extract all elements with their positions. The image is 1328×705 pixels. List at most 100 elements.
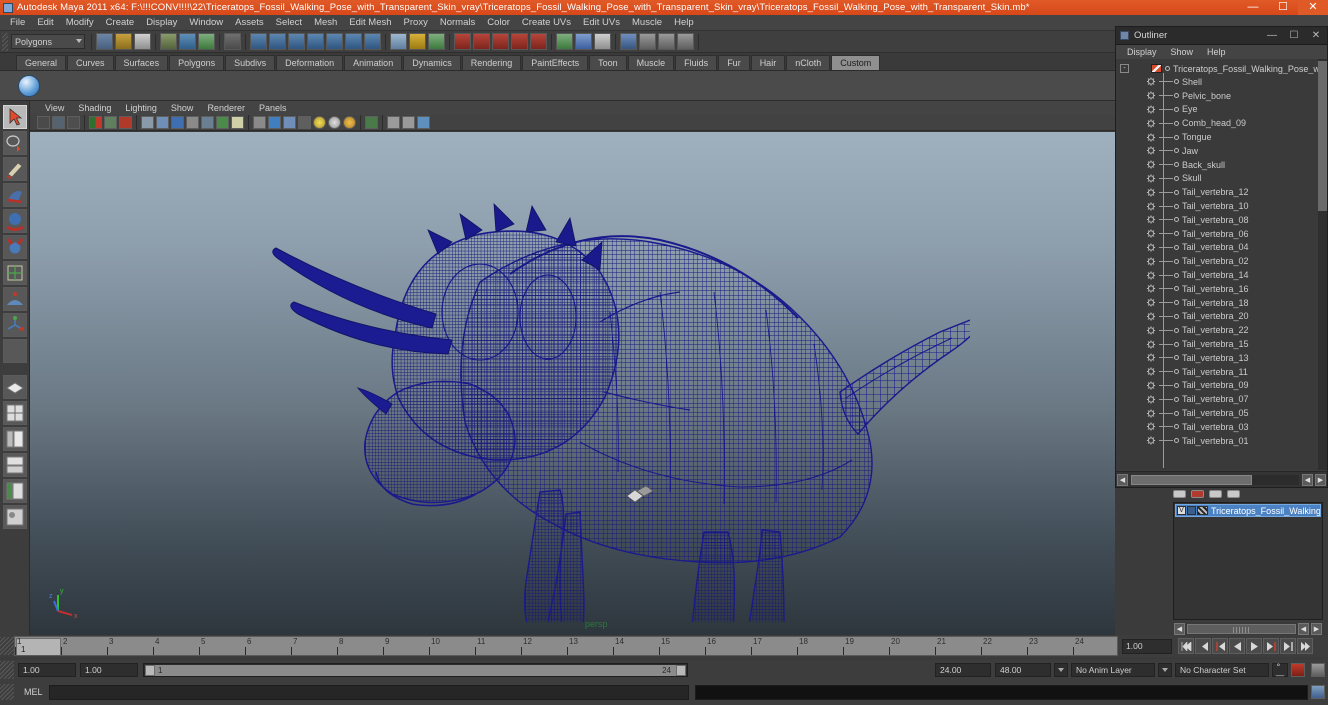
- mel-command-input[interactable]: [48, 684, 689, 700]
- show-manipulator-tool-button[interactable]: [2, 313, 27, 337]
- light-orange-icon[interactable]: [343, 116, 356, 129]
- outliner-hscroll-track[interactable]: [1131, 474, 1299, 485]
- scroll-right-icon[interactable]: ▶: [1315, 473, 1326, 486]
- go-to-start-button[interactable]: [1178, 638, 1194, 654]
- viewport-menu-view[interactable]: View: [38, 100, 71, 116]
- magnet-snap-3-icon[interactable]: [492, 33, 509, 50]
- shelf-item-icon[interactable]: [18, 74, 40, 97]
- input-connections-icon[interactable]: [556, 33, 573, 50]
- shaded-wireframe-icon[interactable]: [201, 116, 214, 129]
- animation-end-time-field[interactable]: 48.00: [995, 662, 1051, 677]
- snap-to-uv-icon[interactable]: [345, 33, 362, 50]
- layer-playback-toggle[interactable]: [1187, 506, 1196, 515]
- shelf-tab-muscle[interactable]: Muscle: [627, 55, 675, 70]
- outliner-menu-display[interactable]: Display: [1120, 44, 1164, 60]
- magnet-snap-2-icon[interactable]: [473, 33, 490, 50]
- shelf-tab-rendering[interactable]: Rendering: [461, 55, 522, 70]
- persp-render-layout-button[interactable]: [2, 505, 27, 529]
- save-scene-icon[interactable]: [134, 33, 151, 50]
- outliner-item-tail_vertebra_07[interactable]: Tail_vertebra_07: [1116, 392, 1327, 406]
- construction-history-icon[interactable]: [594, 33, 611, 50]
- outliner-horizontal-scrollbar[interactable]: ◀ ◀ ▶: [1116, 471, 1327, 487]
- outliner-close-button[interactable]: ✕: [1305, 28, 1327, 44]
- outliner-item-tail_vertebra_02[interactable]: Tail_vertebra_02: [1116, 254, 1327, 268]
- outliner-item-tail_vertebra_03[interactable]: Tail_vertebra_03: [1116, 420, 1327, 434]
- menu-item-edit-mesh[interactable]: Edit Mesh: [343, 15, 397, 31]
- select-by-hierarchy-icon[interactable]: [160, 33, 177, 50]
- snap-to-view-plane-icon[interactable]: [326, 33, 343, 50]
- outliner-item-shell[interactable]: Shell: [1116, 75, 1327, 89]
- camera-attributes-icon[interactable]: [67, 116, 80, 129]
- layer-hscroll-grip[interactable]: [1232, 626, 1251, 633]
- high-quality-render-icon[interactable]: [298, 116, 311, 129]
- previous-key-button[interactable]: [1212, 638, 1228, 654]
- texture-display-icon[interactable]: [216, 116, 229, 129]
- outliner-maximize-button[interactable]: ☐: [1283, 28, 1305, 44]
- selection-manipulator-icon[interactable]: [625, 484, 655, 506]
- outliner-item-eye[interactable]: Eye: [1116, 103, 1327, 117]
- viewport-menu-lighting[interactable]: Lighting: [118, 100, 164, 116]
- viewport-menu-shading[interactable]: Shading: [71, 100, 118, 116]
- anim-layer-dropdown-arrow[interactable]: [1158, 662, 1172, 677]
- snap-to-point-icon[interactable]: [288, 33, 305, 50]
- step-back-frames-button[interactable]: [1195, 638, 1211, 654]
- time-slider-track[interactable]: 1 1 2 3 4 5 6 7 8 9 10 11 12 13 14 15 16 17 18 19 20 21 22 23 2…: [14, 636, 1118, 656]
- outliner-item-comb_head_09[interactable]: Comb_head_09: [1116, 116, 1327, 130]
- menu-item-create-uvs[interactable]: Create UVs: [516, 15, 577, 31]
- viewport-menu-renderer[interactable]: Renderer: [200, 100, 252, 116]
- render-current-frame-icon[interactable]: [620, 33, 637, 50]
- hypershade-persp-layout-button[interactable]: [2, 479, 27, 503]
- play-forwards-button[interactable]: [1246, 638, 1262, 654]
- outliner-vscroll-thumb[interactable]: [1318, 61, 1327, 211]
- triceratops-wireframe-model[interactable]: [180, 142, 970, 622]
- outliner-item-tail_vertebra_05[interactable]: Tail_vertebra_05: [1116, 406, 1327, 420]
- layer-editor-scrollbar[interactable]: ◀ ◀ ▶: [1173, 622, 1323, 635]
- lock-icon[interactable]: [409, 33, 426, 50]
- anim-layer-dropdown[interactable]: No Anim Layer: [1071, 662, 1155, 677]
- menu-item-file[interactable]: File: [4, 15, 31, 31]
- select-tool-button[interactable]: [2, 105, 27, 129]
- outliner-item-tail_vertebra_22[interactable]: Tail_vertebra_22: [1116, 323, 1327, 337]
- lasso-tool-button[interactable]: [2, 131, 27, 155]
- outliner-item-tail_vertebra_20[interactable]: Tail_vertebra_20: [1116, 310, 1327, 324]
- toolbar-grip[interactable]: [2, 32, 8, 51]
- outliner-item-tail_vertebra_12[interactable]: Tail_vertebra_12: [1116, 185, 1327, 199]
- menu-item-window[interactable]: Window: [183, 15, 229, 31]
- render-settings-icon[interactable]: [658, 33, 675, 50]
- shelf-tab-fluids[interactable]: Fluids: [675, 55, 718, 70]
- ipr-render-icon[interactable]: [639, 33, 656, 50]
- step-forward-frames-button[interactable]: [1280, 638, 1296, 654]
- outliner-persp-layout-button[interactable]: [2, 427, 27, 451]
- outliner-tree[interactable]: - Triceratops_Fossil_Walking_Pose_with_T…: [1116, 59, 1327, 470]
- outliner-item-jaw[interactable]: Jaw: [1116, 144, 1327, 158]
- outliner-item-tongue[interactable]: Tongue: [1116, 130, 1327, 144]
- shadows-icon[interactable]: [253, 116, 266, 129]
- render-view-icon[interactable]: [677, 33, 694, 50]
- layer-scroll-right-icon[interactable]: ▶: [1311, 622, 1322, 635]
- menu-item-display[interactable]: Display: [140, 15, 183, 31]
- outliner-root-row[interactable]: - Triceratops_Fossil_Walking_Pose_with_T…: [1116, 62, 1327, 75]
- playback-options-dropdown[interactable]: [1054, 662, 1068, 677]
- outliner-item-tail_vertebra_18[interactable]: Tail_vertebra_18: [1116, 296, 1327, 310]
- shelf-tab-subdivs[interactable]: Subdivs: [225, 55, 276, 70]
- shelf-tab-general[interactable]: General: [16, 55, 67, 70]
- universal-manipulator-button[interactable]: [2, 261, 27, 285]
- shelf-tab-surfaces[interactable]: Surfaces: [114, 55, 169, 70]
- outliner-vertical-scrollbar[interactable]: [1318, 59, 1327, 470]
- scale-tool-button[interactable]: [2, 235, 27, 259]
- outliner-item-tail_vertebra_04[interactable]: Tail_vertebra_04: [1116, 241, 1327, 255]
- playback-start-time-field[interactable]: 1.00: [80, 662, 138, 677]
- unlock-icon[interactable]: [428, 33, 445, 50]
- play-backwards-button[interactable]: [1229, 638, 1245, 654]
- outliner-item-pelvic_bone[interactable]: Pelvic_bone: [1116, 89, 1327, 103]
- menu-item-edit[interactable]: Edit: [31, 15, 59, 31]
- xray-icon[interactable]: [268, 116, 281, 129]
- magnet-snap-5-icon[interactable]: [530, 33, 547, 50]
- magnet-snap-1-icon[interactable]: [454, 33, 471, 50]
- open-scene-icon[interactable]: [115, 33, 132, 50]
- shelf-tab-hair[interactable]: Hair: [750, 55, 786, 70]
- menu-item-muscle[interactable]: Muscle: [626, 15, 668, 31]
- lock-camera-icon[interactable]: [52, 116, 65, 129]
- menu-item-help[interactable]: Help: [668, 15, 700, 31]
- outliner-item-tail_vertebra_16[interactable]: Tail_vertebra_16: [1116, 282, 1327, 296]
